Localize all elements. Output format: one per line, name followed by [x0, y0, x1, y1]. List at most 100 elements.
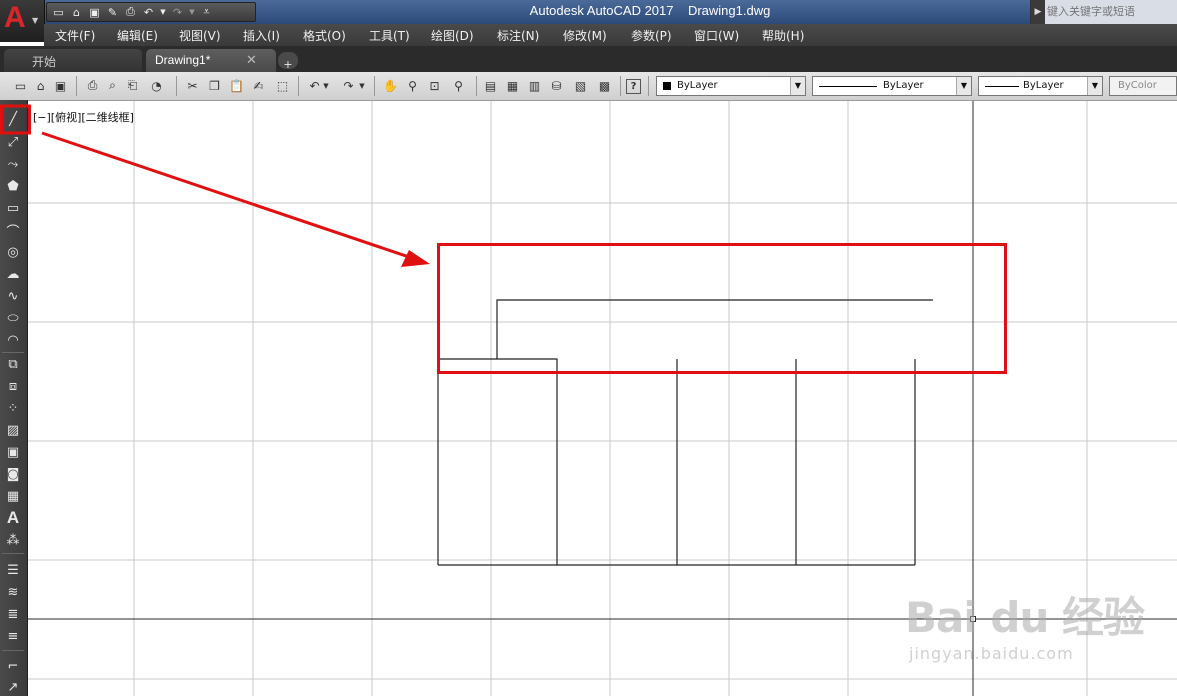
tab-start-label: 开始: [32, 55, 57, 69]
menu-dimension[interactable]: 标注(N): [497, 27, 539, 44]
lineweight-control-dropdown[interactable]: ByLayer ▼: [978, 76, 1103, 96]
toolbar-separator: [374, 76, 375, 96]
save-icon[interactable]: ▣: [52, 77, 69, 94]
customize-qat-icon[interactable]: ⩡: [199, 5, 214, 19]
print-icon[interactable]: ⎙: [123, 5, 138, 19]
sheet-set-icon[interactable]: ⛁: [548, 77, 565, 94]
3d-print-icon[interactable]: ◔: [148, 77, 165, 94]
polygon-icon[interactable]: ⬟: [4, 177, 22, 195]
new-icon[interactable]: ▭: [51, 5, 66, 19]
undo-icon[interactable]: ↶: [141, 5, 156, 19]
ellipse-arc-icon[interactable]: ◠: [4, 331, 22, 349]
tab-drawing1[interactable]: Drawing1* ✕: [146, 49, 276, 72]
redo-icon[interactable]: ↷: [170, 5, 185, 19]
save-as-icon[interactable]: ✎: [105, 5, 120, 19]
multiline-text-icon[interactable]: A: [4, 508, 22, 527]
rectangle-icon[interactable]: ▭: [4, 199, 22, 217]
chevron-down-icon: ▼: [790, 77, 805, 95]
spline-icon[interactable]: ∿: [4, 287, 22, 305]
design-center-icon[interactable]: ▦: [504, 77, 521, 94]
menu-help[interactable]: 帮助(H): [762, 27, 804, 44]
search-input[interactable]: [1047, 3, 1175, 20]
menu-modify[interactable]: 修改(M): [563, 27, 607, 44]
save-icon[interactable]: ▣: [87, 5, 102, 19]
add-selected-icon[interactable]: ⁂: [4, 531, 22, 549]
standard-toolbar: ▭ ⌂ ▣ ⎙ ⌕ ⎗ ◔ ✂ ❐ 📋 ✍ ⬚ ↶ ▼ ↷ ▼ ✋ ⚲ ⊡ ⚲ …: [0, 72, 1177, 101]
copy-icon[interactable]: ❐: [206, 77, 223, 94]
application-menu-button[interactable]: A ▼: [0, 0, 45, 42]
first-cell: [437, 358, 558, 565]
chevron-down-icon: ▼: [32, 16, 39, 25]
chevron-down-icon[interactable]: ▼: [358, 77, 366, 94]
make-block-icon[interactable]: ⧈: [4, 377, 22, 395]
circle-icon[interactable]: ◎: [4, 243, 22, 261]
publish-icon[interactable]: ⎗: [124, 77, 141, 94]
new-tab-button[interactable]: +: [278, 52, 298, 72]
insert-block-icon[interactable]: ⧉: [4, 355, 22, 373]
print-icon[interactable]: ⎙: [84, 77, 101, 94]
layer-isolate-icon[interactable]: ≡: [4, 627, 22, 645]
table-icon[interactable]: ▦: [4, 487, 22, 505]
chevron-right-icon[interactable]: ▶: [1031, 0, 1045, 24]
autocad-logo-icon: A: [4, 1, 26, 34]
chevron-down-icon[interactable]: ▼: [322, 77, 330, 94]
menu-draw[interactable]: 绘图(D): [431, 27, 474, 44]
quickcalc-icon[interactable]: ▩: [596, 77, 613, 94]
color-control-dropdown[interactable]: ByLayer ▼: [656, 76, 806, 96]
polyline-icon[interactable]: ⤳: [4, 155, 22, 173]
new-icon[interactable]: ▭: [12, 77, 29, 94]
menu-tools[interactable]: 工具(T): [369, 27, 410, 44]
markup-icon[interactable]: ▧: [572, 77, 589, 94]
menu-window[interactable]: 窗口(W): [694, 27, 739, 44]
open-icon[interactable]: ⌂: [32, 77, 49, 94]
ellipse-icon[interactable]: ⬭: [4, 309, 22, 327]
arc-icon[interactable]: ⌒: [4, 221, 22, 240]
search-box: ▶: [1030, 0, 1177, 24]
zoom-previous-icon[interactable]: ⚲: [450, 77, 467, 94]
layer-icon[interactable]: ☰: [4, 561, 22, 579]
undo-icon[interactable]: ↶: [306, 77, 323, 94]
properties-icon[interactable]: ▤: [482, 77, 499, 94]
drawing-canvas[interactable]: [28, 101, 1177, 696]
zoom-window-icon[interactable]: ⊡: [426, 77, 443, 94]
bracket-lines: [496, 299, 933, 359]
menu-edit[interactable]: 编辑(E): [117, 27, 158, 44]
trim-icon[interactable]: ⌐: [4, 657, 22, 675]
menu-format[interactable]: 格式(O): [303, 27, 346, 44]
menu-view[interactable]: 视图(V): [179, 27, 221, 44]
region-icon[interactable]: ◙: [4, 465, 22, 483]
annotation-arrow-shaft: [41, 131, 413, 260]
chevron-down-icon[interactable]: ▼: [159, 5, 167, 19]
chevron-down-icon: ▼: [956, 77, 971, 95]
layer-previous-icon[interactable]: ≣: [4, 605, 22, 623]
viewport-controls-label[interactable]: [−][俯视][二维线框]: [33, 109, 134, 125]
plotstyle-control-dropdown[interactable]: ByColor: [1109, 76, 1177, 96]
open-icon[interactable]: ⌂: [69, 5, 84, 19]
help-icon[interactable]: ?: [626, 79, 641, 94]
zoom-realtime-icon[interactable]: ⚲: [404, 77, 421, 94]
menu-parametric[interactable]: 参数(P): [631, 27, 672, 44]
close-icon[interactable]: ✕: [246, 52, 257, 68]
extend-icon[interactable]: ↗: [4, 678, 22, 696]
tool-palettes-icon[interactable]: ▥: [526, 77, 543, 94]
axes: [28, 101, 1177, 696]
linetype-control-dropdown[interactable]: ByLayer ▼: [812, 76, 972, 96]
block-editor-icon[interactable]: ⬚: [274, 77, 291, 94]
menu-bar: 文件(F) 编辑(E) 视图(V) 插入(I) 格式(O) 工具(T) 绘图(D…: [44, 24, 1177, 46]
menu-insert[interactable]: 插入(I): [243, 27, 280, 44]
cut-icon[interactable]: ✂: [184, 77, 201, 94]
match-properties-icon[interactable]: ✍: [250, 77, 267, 94]
revision-cloud-icon[interactable]: ☁: [4, 265, 22, 283]
chevron-down-icon[interactable]: ▼: [188, 5, 196, 19]
drawing-geometry: [437, 299, 933, 566]
gradient-icon[interactable]: ▣: [4, 443, 22, 461]
hatch-icon[interactable]: ▨: [4, 421, 22, 439]
menu-file[interactable]: 文件(F): [55, 27, 95, 44]
pan-icon[interactable]: ✋: [382, 77, 399, 94]
print-preview-icon[interactable]: ⌕: [104, 77, 121, 94]
layer-match-icon[interactable]: ≋: [4, 583, 22, 601]
point-icon[interactable]: ⁘: [4, 399, 22, 417]
tab-start[interactable]: 开始: [4, 49, 142, 72]
paste-icon[interactable]: 📋: [228, 77, 245, 94]
redo-icon[interactable]: ↷: [340, 77, 357, 94]
